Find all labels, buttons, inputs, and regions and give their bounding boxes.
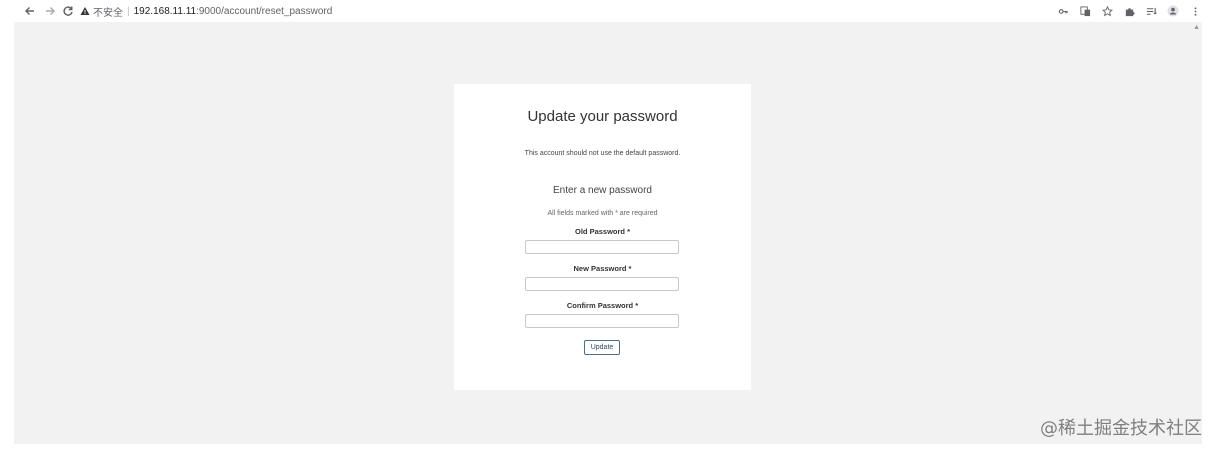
warning-icon bbox=[80, 7, 90, 15]
profile-icon[interactable] bbox=[1166, 4, 1180, 18]
default-password-notice: This account should not use the default … bbox=[524, 150, 681, 157]
reading-list-icon[interactable] bbox=[1144, 4, 1158, 18]
confirm-password-label: Confirm Password * bbox=[566, 301, 639, 310]
bookmark-star-icon[interactable] bbox=[1100, 4, 1114, 18]
security-label: 不安全 bbox=[93, 7, 123, 19]
url-host: 192.168.11.11 bbox=[133, 5, 197, 17]
back-icon[interactable] bbox=[20, 1, 40, 21]
browser-toolbar: 不安全 | 192.168.11.11:9000/account/reset_p… bbox=[0, 0, 1218, 22]
key-icon[interactable] bbox=[1056, 4, 1070, 18]
url-path: :9000/account/reset_password bbox=[196, 5, 333, 17]
reload-icon[interactable] bbox=[58, 1, 78, 21]
forward-icon[interactable] bbox=[40, 1, 60, 21]
update-button[interactable]: Update bbox=[584, 340, 620, 355]
scroll-up-icon[interactable]: ▲ bbox=[1193, 24, 1200, 31]
new-password-label: New Password * bbox=[573, 264, 632, 273]
extensions-icon[interactable] bbox=[1122, 4, 1136, 18]
page-title: Update your password bbox=[527, 108, 678, 125]
url-separator: | bbox=[127, 5, 130, 17]
watermark: @稀土掘金技术社区 bbox=[1040, 418, 1202, 439]
security-warning[interactable]: 不安全 bbox=[80, 4, 123, 19]
new-password-input[interactable] bbox=[525, 277, 679, 291]
confirm-password-input[interactable] bbox=[525, 314, 679, 328]
form-subtitle: Enter a new password bbox=[553, 185, 652, 196]
address-bar[interactable]: 不安全 | 192.168.11.11:9000/account/reset_p… bbox=[80, 2, 1200, 20]
old-password-label: Old Password * bbox=[574, 227, 631, 236]
toolbar-actions bbox=[1056, 0, 1202, 22]
translate-icon[interactable] bbox=[1078, 4, 1092, 18]
required-fields-note: All fields marked with * are required bbox=[547, 210, 658, 217]
reset-password-card: Update your password This account should… bbox=[454, 84, 751, 390]
page-viewport: ▲ Update your password This account shou… bbox=[14, 22, 1202, 444]
old-password-input[interactable] bbox=[525, 240, 679, 254]
menu-icon[interactable] bbox=[1188, 4, 1202, 18]
